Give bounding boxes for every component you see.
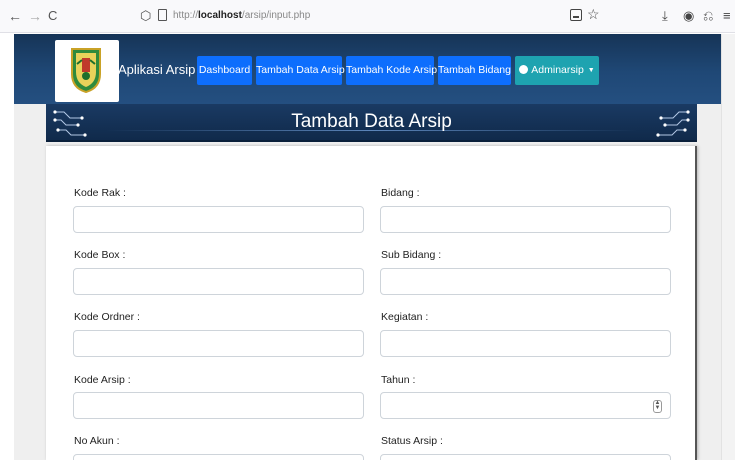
label-status-arsip: Status Arsip :	[381, 435, 443, 447]
browser-toolbar: ← → C ⬡ http://localhost/arsip/input.php…	[0, 0, 735, 33]
no-akun-input[interactable]	[73, 454, 364, 460]
kode-box-input[interactable]	[73, 268, 364, 295]
nav-tambah-data-arsip[interactable]: Tambah Data Arsip	[256, 56, 345, 85]
bookmark-star-icon[interactable]: ☆	[587, 6, 600, 23]
page-icon	[158, 9, 167, 21]
bidang-input[interactable]	[380, 206, 671, 233]
user-circle-icon	[519, 65, 529, 74]
label-kegiatan: Kegiatan :	[381, 311, 429, 323]
reload-icon[interactable]: C	[48, 8, 57, 24]
user-name: Adminarsip	[531, 64, 584, 76]
label-tahun: Tahun :	[381, 374, 416, 386]
page-title: Tambah Data Arsip	[291, 111, 452, 132]
label-sub-bidang: Sub Bidang :	[381, 249, 442, 261]
label-kode-rak: Kode Rak :	[74, 187, 126, 199]
extensions-icon[interactable]: ⎌	[703, 8, 713, 24]
tahun-number-input[interactable]: ▲ ▼	[380, 392, 671, 419]
shield-icon: ⬡	[140, 8, 152, 23]
back-icon[interactable]: ←	[8, 8, 22, 24]
brand-title[interactable]: Aplikasi Arsip	[118, 62, 195, 77]
right-gutter	[721, 34, 735, 460]
caret-down-icon: ▼	[587, 67, 595, 74]
reader-mode-icon[interactable]	[570, 9, 582, 21]
account-icon[interactable]: ◉	[683, 8, 694, 24]
number-spinner-icon[interactable]: ▲ ▼	[653, 400, 662, 413]
download-icon[interactable]: ⤓	[662, 8, 668, 24]
user-dropdown[interactable]: Adminarsip ▼	[515, 56, 599, 85]
kegiatan-input[interactable]	[380, 330, 671, 357]
label-kode-ordner: Kode Ordner :	[74, 311, 140, 323]
form-card: Kode Rak : Kode Box : Kode Ordner : Kode…	[46, 146, 697, 460]
status-arsip-input[interactable]	[380, 454, 671, 460]
circuit-decoration-right-icon	[656, 110, 690, 137]
kode-arsip-input[interactable]	[73, 392, 364, 419]
label-kode-arsip: Kode Arsip :	[74, 374, 131, 386]
menu-icon[interactable]: ≡	[723, 8, 731, 24]
label-kode-box: Kode Box :	[74, 249, 126, 261]
city-emblem-logo	[71, 48, 101, 94]
kode-rak-input[interactable]	[73, 206, 364, 233]
sub-bidang-input[interactable]	[380, 268, 671, 295]
nav-tambah-kode-arsip[interactable]: Tambah Kode Arsip	[346, 56, 437, 85]
label-no-akun: No Akun :	[74, 435, 120, 447]
kode-ordner-input[interactable]	[73, 330, 364, 357]
address-bar[interactable]: ⬡ http://localhost/arsip/input.php ☆	[128, 6, 604, 28]
nav-tambah-bidang[interactable]: Tambah Bidang	[438, 56, 511, 85]
label-bidang: Bidang :	[381, 187, 420, 199]
page-title-banner: Tambah Data Arsip	[46, 104, 697, 142]
forward-icon[interactable]: →	[28, 8, 42, 24]
nav-dashboard[interactable]: Dashboard	[197, 56, 252, 85]
url-text[interactable]: http://localhost/arsip/input.php	[173, 10, 310, 21]
